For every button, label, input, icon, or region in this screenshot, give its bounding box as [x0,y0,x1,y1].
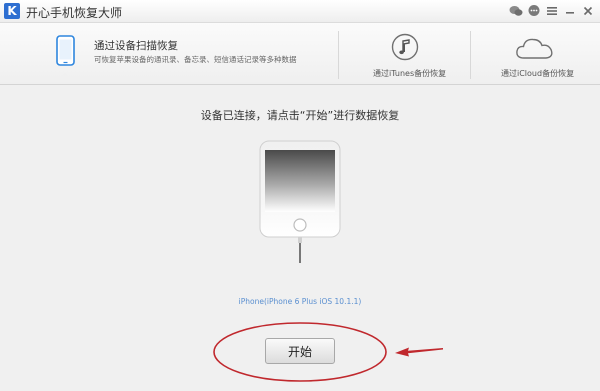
wechat-icon[interactable] [508,3,524,19]
close-icon[interactable] [580,3,596,19]
tab-device-scan-title: 通过设备扫描恢复 [94,40,178,52]
annotation-arrow [395,343,445,362]
tab-itunes-backup-label: 通过iTunes备份恢复 [373,69,447,78]
window-controls [508,3,596,19]
cloud-icon [515,36,555,64]
tab-icloud-backup[interactable]: 通过iCloud备份恢复 [471,23,600,84]
tab-itunes-backup[interactable]: 通过iTunes备份恢复 [339,23,470,84]
chat-icon[interactable] [526,3,542,19]
app-title: 开心手机恢复大师 [26,6,123,20]
device-model-info: iPhone(iPhone 6 Plus iOS 10.1.1) [238,297,362,306]
music-note-icon [391,33,419,65]
mode-tab-bar: 通过设备扫描恢复 可恢复苹果设备的通讯录、备忘录、短信通话记录等多种数据 通过i… [0,23,600,85]
main-panel: 设备已连接，请点击“开始”进行数据恢复 iPhone(iPhone 6 Plus… [0,85,600,391]
minimize-icon[interactable] [562,3,578,19]
connection-prompt: 设备已连接，请点击“开始”进行数据恢复 [200,109,400,122]
phone-icon [56,35,75,70]
app-logo-icon: K [4,3,20,19]
iphone-device-icon [259,140,341,269]
tab-device-scan-description: 可恢复苹果设备的通讯录、备忘录、短信通话记录等多种数据 [94,55,297,64]
title-bar: K 开心手机恢复大师 [0,0,600,23]
tab-icloud-backup-label: 通过iCloud备份恢复 [501,69,575,78]
active-tab-indicator [59,73,71,79]
tab-device-scan[interactable]: 通过设备扫描恢复 可恢复苹果设备的通讯录、备忘录、短信通话记录等多种数据 [0,23,338,84]
menu-icon[interactable] [544,3,560,19]
start-button[interactable]: 开始 [265,338,335,364]
